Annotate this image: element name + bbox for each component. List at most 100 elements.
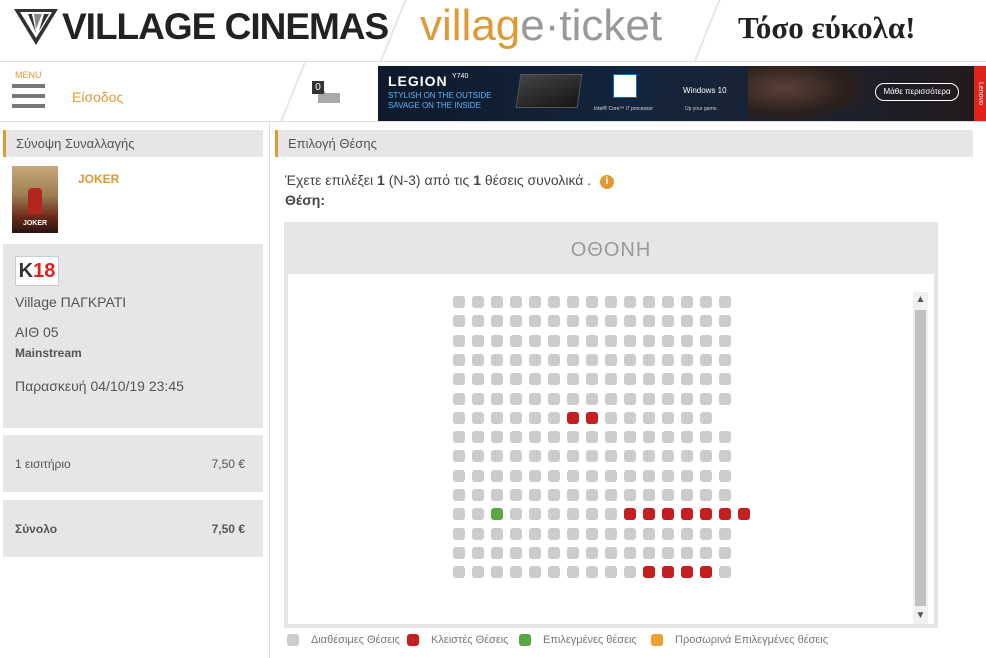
seat-available[interactable]: [453, 392, 465, 405]
seat-available[interactable]: [472, 334, 484, 347]
seat-available[interactable]: [548, 334, 560, 347]
seat-available[interactable]: [529, 373, 541, 386]
seat-available[interactable]: [624, 431, 636, 444]
seat-available[interactable]: [700, 373, 712, 386]
seat-available[interactable]: [548, 392, 560, 405]
seat-available[interactable]: [605, 469, 617, 482]
seat-available[interactable]: [624, 296, 636, 308]
seat-available[interactable]: [719, 373, 731, 386]
seat-available[interactable]: [624, 546, 636, 559]
seat-available[interactable]: [586, 566, 598, 579]
seat-available[interactable]: [681, 392, 693, 405]
seat-available[interactable]: [510, 450, 522, 463]
seat-available[interactable]: [643, 315, 655, 328]
seat-available[interactable]: [491, 527, 503, 540]
seat-available[interactable]: [491, 450, 503, 463]
seat-available[interactable]: [586, 296, 598, 308]
seat-available[interactable]: [586, 431, 598, 444]
ad-learn-more-button[interactable]: Μάθε περισσότερα: [875, 83, 959, 101]
seat-available[interactable]: [605, 431, 617, 444]
seat-available[interactable]: [700, 527, 712, 540]
seat-available[interactable]: [605, 566, 617, 579]
seat-available[interactable]: [643, 431, 655, 444]
seat-available[interactable]: [548, 546, 560, 559]
seat-available[interactable]: [510, 527, 522, 540]
seat-available[interactable]: [586, 546, 598, 559]
seat-available[interactable]: [567, 315, 579, 328]
seat-available[interactable]: [662, 411, 674, 424]
seat-available[interactable]: [453, 566, 465, 579]
seat-available[interactable]: [491, 431, 503, 444]
seat-available[interactable]: [700, 489, 712, 501]
seat-available[interactable]: [643, 392, 655, 405]
seat-available[interactable]: [605, 334, 617, 347]
seat-available[interactable]: [681, 353, 693, 366]
seat-available[interactable]: [491, 489, 503, 501]
seat-available[interactable]: [586, 334, 598, 347]
scroll-thumb[interactable]: [915, 310, 926, 606]
seat-available[interactable]: [643, 334, 655, 347]
seat-available[interactable]: [453, 450, 465, 463]
seat-available[interactable]: [643, 353, 655, 366]
seat-available[interactable]: [662, 489, 674, 501]
seat-available[interactable]: [681, 527, 693, 540]
seat-available[interactable]: [548, 489, 560, 501]
seat-available[interactable]: [548, 469, 560, 482]
seat-available[interactable]: [567, 546, 579, 559]
scroll-up-arrow-icon[interactable]: ▲: [913, 292, 928, 308]
seat-available[interactable]: [605, 315, 617, 328]
seat-available[interactable]: [605, 411, 617, 424]
seat-available[interactable]: [586, 392, 598, 405]
seat-available[interactable]: [605, 546, 617, 559]
seat-available[interactable]: [472, 489, 484, 501]
seat-available[interactable]: [567, 334, 579, 347]
seat-available[interactable]: [529, 353, 541, 366]
seat-available[interactable]: [624, 411, 636, 424]
seat-available[interactable]: [453, 527, 465, 540]
seat-available[interactable]: [624, 469, 636, 482]
seat-map-scrollbar[interactable]: ▲ ▼: [913, 292, 928, 624]
seat-available[interactable]: [567, 527, 579, 540]
seat-available[interactable]: [529, 469, 541, 482]
seat-available[interactable]: [586, 527, 598, 540]
seat-available[interactable]: [586, 508, 598, 521]
seat-available[interactable]: [567, 508, 579, 521]
seat-available[interactable]: [510, 508, 522, 521]
seat-available[interactable]: [491, 296, 503, 308]
seat-available[interactable]: [700, 353, 712, 366]
seat-available[interactable]: [643, 450, 655, 463]
seat-available[interactable]: [529, 334, 541, 347]
seat-available[interactable]: [643, 373, 655, 386]
seat-available[interactable]: [681, 411, 693, 424]
seat-available[interactable]: [662, 431, 674, 444]
seat-available[interactable]: [491, 469, 503, 482]
seat-available[interactable]: [472, 566, 484, 579]
seat-available[interactable]: [510, 373, 522, 386]
seat-available[interactable]: [586, 315, 598, 328]
seat-available[interactable]: [472, 431, 484, 444]
seat-available[interactable]: [643, 527, 655, 540]
seat-available[interactable]: [453, 546, 465, 559]
seat-available[interactable]: [662, 450, 674, 463]
seat-available[interactable]: [548, 566, 560, 579]
seat-available[interactable]: [662, 527, 674, 540]
seat-available[interactable]: [453, 373, 465, 386]
seat-available[interactable]: [567, 353, 579, 366]
seat-available[interactable]: [453, 469, 465, 482]
seat-available[interactable]: [472, 508, 484, 521]
seat-available[interactable]: [719, 546, 731, 559]
seat-available[interactable]: [548, 431, 560, 444]
seat-available[interactable]: [529, 508, 541, 521]
seat-available[interactable]: [548, 411, 560, 424]
seat-available[interactable]: [529, 392, 541, 405]
seat-available[interactable]: [472, 392, 484, 405]
seat-available[interactable]: [567, 373, 579, 386]
seat-available[interactable]: [472, 296, 484, 308]
seat-available[interactable]: [491, 411, 503, 424]
seat-available[interactable]: [586, 450, 598, 463]
seat-available[interactable]: [491, 546, 503, 559]
seat-available[interactable]: [510, 489, 522, 501]
seat-available[interactable]: [700, 546, 712, 559]
seat-available[interactable]: [605, 527, 617, 540]
seat-available[interactable]: [491, 566, 503, 579]
